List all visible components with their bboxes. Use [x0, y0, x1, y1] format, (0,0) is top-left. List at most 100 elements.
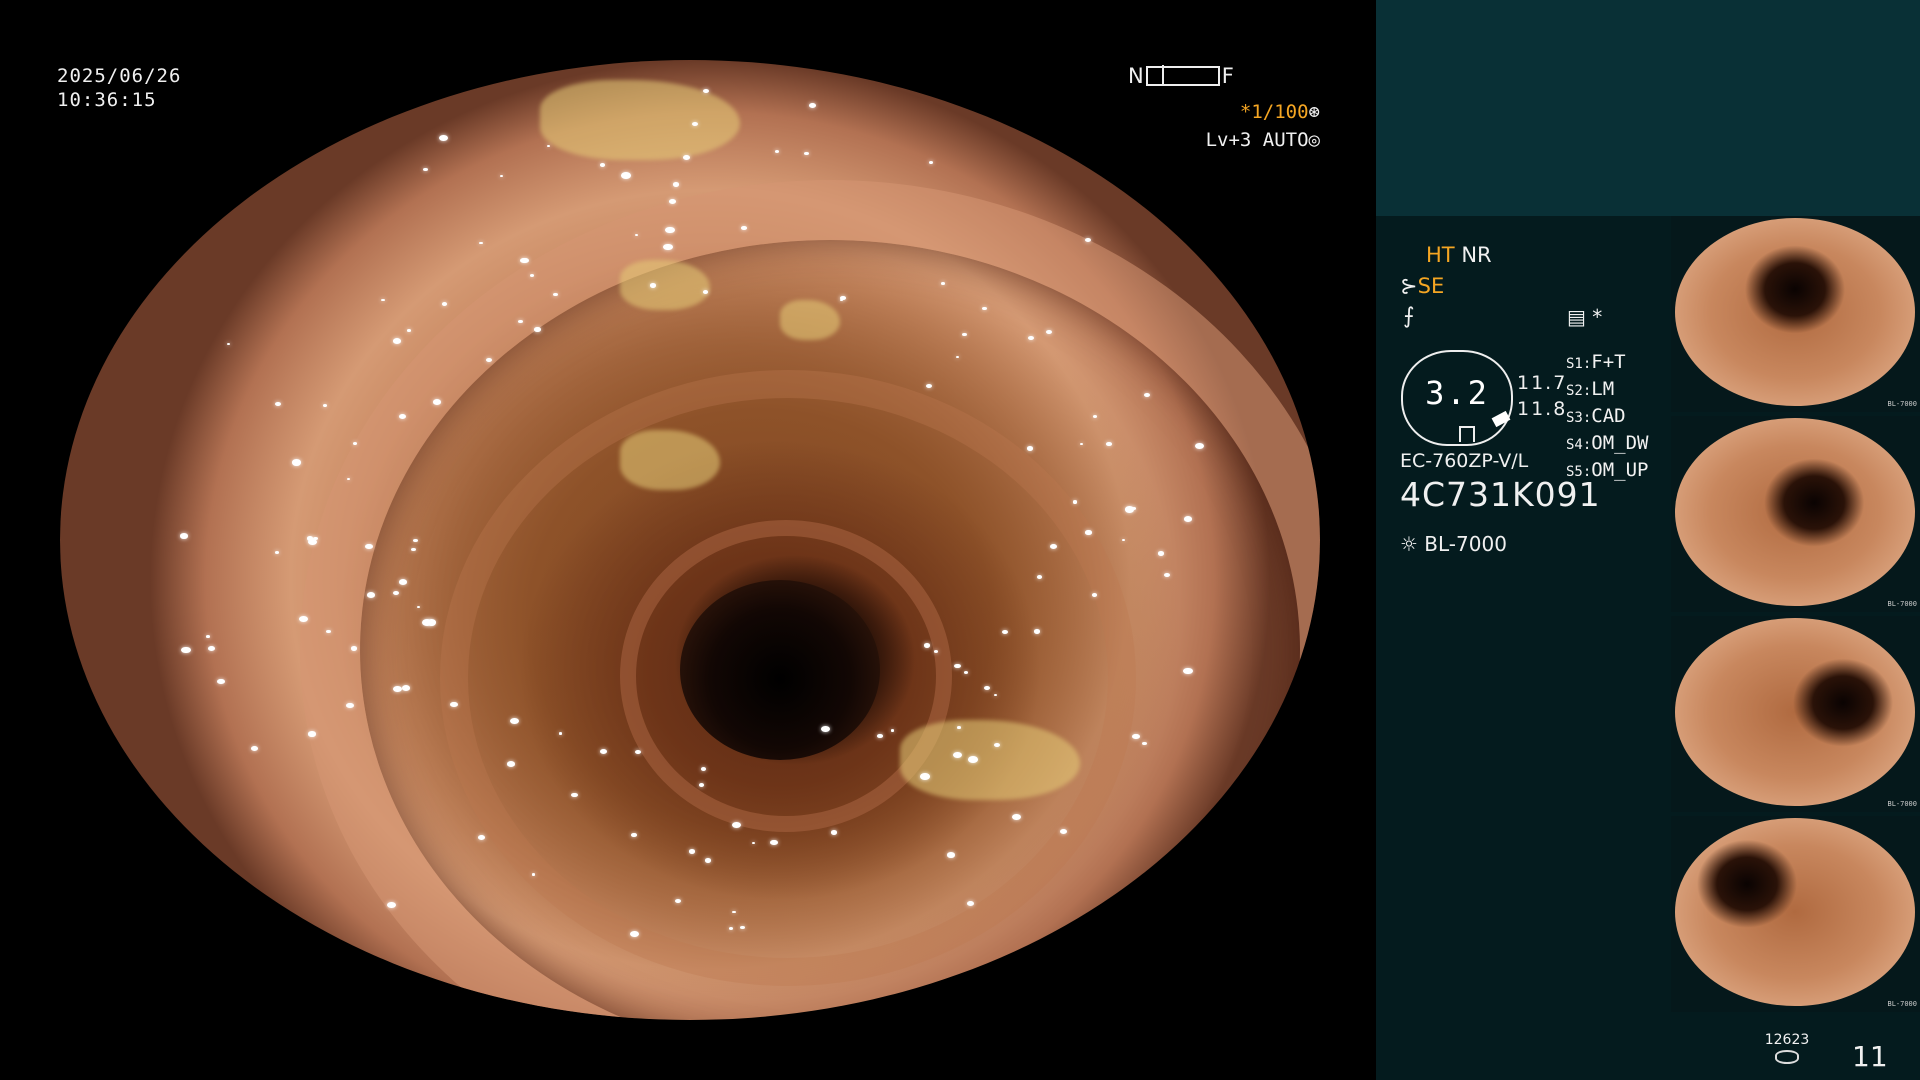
reflection-spot — [208, 646, 216, 652]
reflection-spot — [571, 792, 578, 798]
reflection-spot — [398, 413, 406, 419]
reflection-spot — [532, 873, 536, 876]
setting-row: S3:CAD — [1566, 404, 1649, 431]
gauge-top-value: 11.7 — [1517, 372, 1568, 394]
reflection-spot — [553, 292, 558, 297]
reflection-spot — [672, 181, 680, 187]
scope-model: EC-760ZP-V/L — [1400, 450, 1529, 472]
reflection-spot — [688, 849, 696, 854]
reflection-spot — [546, 144, 551, 148]
endoscope-image — [60, 60, 1320, 1020]
reflection-spot — [438, 135, 448, 142]
reflection-spot — [1183, 516, 1193, 522]
far-label: F — [1221, 64, 1234, 88]
reflection-spot — [920, 773, 930, 780]
reflection-spot — [291, 459, 302, 466]
reflection-spot — [740, 925, 746, 930]
reflection-spot — [559, 732, 563, 735]
reflection-spot — [669, 198, 677, 204]
reflection-spot — [387, 902, 397, 909]
thumbnail[interactable]: BL-7000 — [1671, 416, 1920, 612]
reflection-spot — [929, 160, 934, 164]
reflection-spot — [993, 693, 998, 697]
zoom-gauge: 3.2 — [1401, 350, 1513, 446]
storage-count: 12623 — [1764, 1032, 1810, 1048]
reflection-spot — [346, 478, 350, 481]
reflection-spot — [422, 167, 428, 171]
reflection-spot — [700, 766, 707, 771]
reflection-spot — [506, 760, 515, 767]
date-time: 2025/06/26 10:36:15 — [57, 64, 181, 112]
near-label: N — [1128, 64, 1144, 88]
gauge-bottom-value: 11.8 — [1517, 398, 1568, 420]
setting-key: S1: — [1566, 356, 1592, 372]
reflection-spot — [275, 402, 282, 407]
debris — [620, 260, 710, 310]
reflection-spot — [441, 302, 447, 306]
se-status: ⊱SE — [1400, 274, 1444, 298]
reflection-spot — [1093, 414, 1098, 418]
reflection-spot — [322, 404, 327, 408]
reflection-spot — [1183, 667, 1194, 675]
reflection-spot — [1050, 543, 1058, 549]
reflection-spot — [180, 533, 188, 539]
reflection-spot — [698, 783, 704, 788]
ht-label: HT — [1426, 243, 1455, 267]
reflection-spot — [964, 671, 969, 675]
reflection-spot — [956, 355, 960, 359]
reflection-spot — [981, 306, 987, 311]
reflection-spot — [621, 172, 631, 179]
reflection-spot — [250, 746, 258, 751]
reflection-spot — [365, 543, 373, 549]
reflection-spot — [890, 729, 894, 732]
reflection-spot — [1106, 442, 1112, 447]
reflection-spot — [803, 151, 809, 156]
image-count: 11 — [1852, 1040, 1888, 1073]
reflection-spot — [206, 635, 211, 638]
nr-label: NR — [1461, 243, 1492, 267]
reflection-spot — [381, 298, 385, 302]
captured-images: BL-7000 BL-7000 BL-7000 BL-7000 — [1671, 216, 1920, 1018]
thumbnail-image — [1675, 818, 1915, 1006]
reflection-spot — [952, 752, 962, 759]
reflection-spot — [665, 226, 675, 234]
reflection-spot — [1059, 828, 1068, 834]
reflection-spot — [728, 927, 733, 931]
setting-value: CAD — [1591, 405, 1626, 427]
lumen — [680, 580, 880, 760]
reflection-spot — [477, 835, 485, 840]
reflection-spot — [410, 547, 417, 552]
reflection-spot — [731, 910, 736, 914]
reflection-spot — [366, 592, 376, 598]
reflection-spot — [941, 282, 945, 285]
reflection-spot — [820, 725, 830, 733]
thumbnail-caption: BL-7000 — [1887, 1000, 1917, 1008]
reflection-spot — [1072, 500, 1078, 504]
reflection-spot — [510, 717, 520, 725]
reflection-spot — [629, 931, 639, 938]
color-mode-icon: ⨍ — [1403, 304, 1415, 329]
reflection-spot — [500, 175, 504, 178]
reflection-spot — [770, 839, 779, 845]
thumbnail[interactable]: BL-7000 — [1671, 616, 1920, 812]
reflection-spot — [352, 441, 357, 445]
reflection-spot — [675, 898, 682, 903]
reflection-spot — [226, 342, 231, 346]
thumbnail[interactable]: BL-7000 — [1671, 216, 1920, 412]
thumbnail-caption: BL-7000 — [1887, 800, 1917, 808]
reflection-spot — [732, 822, 741, 828]
reflection-spot — [877, 733, 883, 738]
reflection-spot — [518, 319, 523, 323]
thumbnail[interactable]: BL-7000 — [1671, 816, 1920, 1012]
date: 2025/06/26 — [57, 65, 182, 87]
auto-iris-icon: ◎ — [1308, 129, 1320, 151]
reflection-spot — [398, 579, 408, 586]
reflection-spot — [774, 149, 780, 153]
reflection-spot — [1027, 446, 1034, 451]
structure-icon: ⊱ — [1400, 274, 1418, 298]
debris — [780, 300, 840, 340]
reflection-spot — [1121, 538, 1126, 542]
list-icon: ▤ — [1567, 305, 1586, 329]
reflection-spot — [1079, 443, 1084, 446]
reflection-spot — [479, 241, 484, 245]
